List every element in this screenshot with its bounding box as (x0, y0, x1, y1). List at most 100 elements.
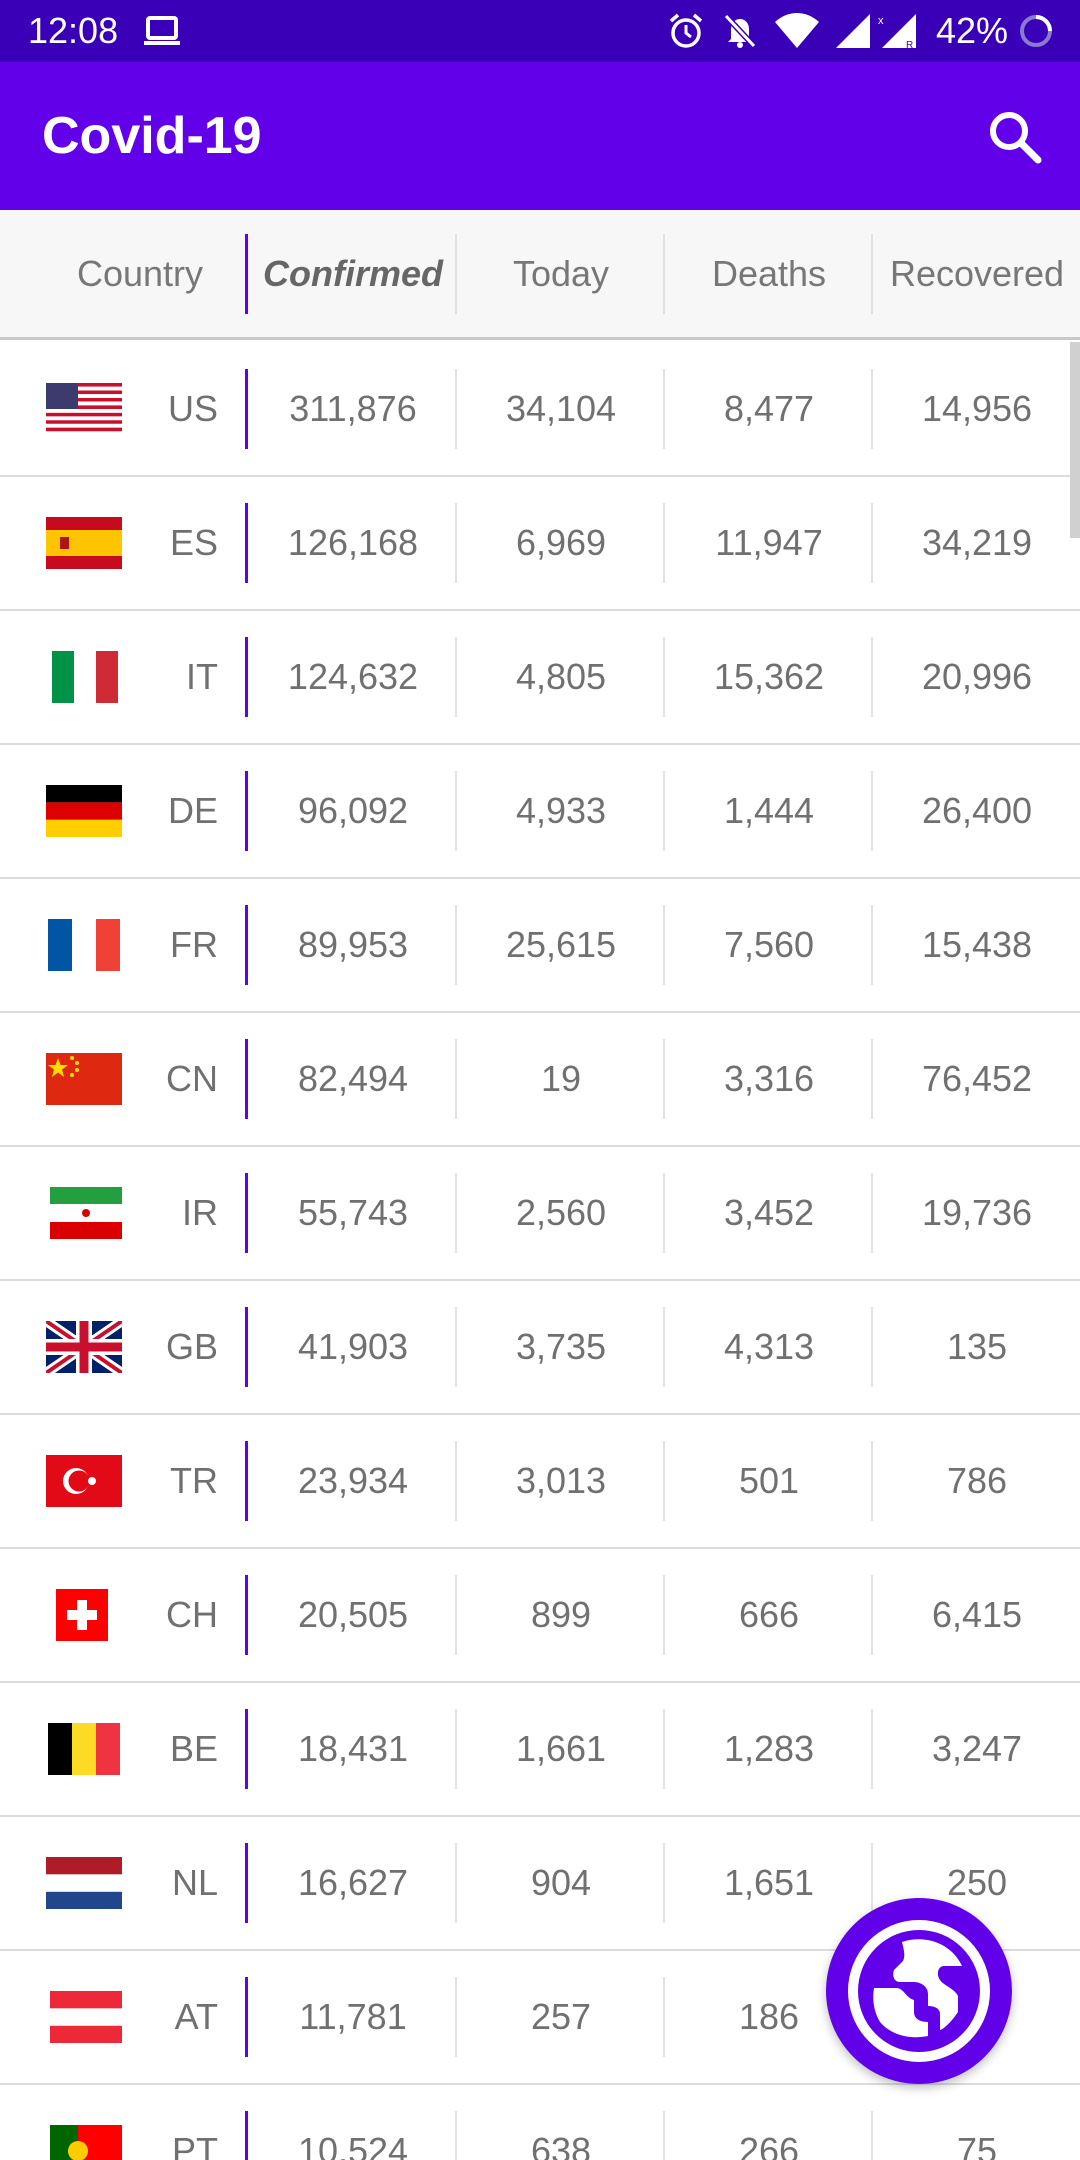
recovered-value: 75 (956, 2130, 998, 2160)
signal-icon (836, 14, 870, 48)
alarm-icon (669, 13, 703, 48)
deaths-value: 15,362 (713, 656, 825, 697)
country-code: TR (170, 1460, 218, 1501)
country-row[interactable]: ES 126,168 6,969 11,947 34,219 (0, 477, 1080, 611)
column-divider (245, 637, 248, 717)
country-row[interactable]: CN 82,494 19 3,316 76,452 (0, 1013, 1080, 1147)
today-value: 638 (530, 2130, 592, 2160)
scrollbar[interactable] (1070, 342, 1080, 538)
country-row[interactable]: BE 18,431 1,661 1,283 3,247 (0, 1683, 1080, 1817)
world-stats-fab[interactable] (826, 1898, 1012, 2084)
today-value: 257 (530, 1996, 592, 2037)
column-divider (245, 1307, 248, 1387)
battery-saver-icon (1020, 15, 1052, 47)
column-divider (245, 2111, 248, 2160)
recovered-value: 6,415 (931, 1594, 1023, 1635)
country-code: CH (166, 1594, 218, 1635)
deaths-value: 1,651 (723, 1862, 815, 1903)
country-row[interactable]: US 311,876 34,104 8,477 14,956 (0, 343, 1080, 477)
globe-icon (848, 1920, 990, 2062)
flag-nl-icon (46, 1857, 122, 1909)
today-value: 904 (530, 1862, 592, 1903)
country-row[interactable]: GB 41,903 3,735 4,313 135 (0, 1281, 1080, 1415)
deaths-value: 4,313 (723, 1326, 815, 1367)
svg-text:x: x (878, 15, 884, 27)
confirmed-value: 124,632 (287, 656, 419, 697)
column-divider (245, 1709, 248, 1789)
country-code: US (167, 388, 218, 429)
confirmed-value: 16,627 (297, 1862, 409, 1903)
column-header-recovered[interactable]: Recovered (874, 210, 1080, 337)
recovered-value: 76,452 (921, 1058, 1033, 1099)
column-divider (245, 1575, 248, 1655)
flag-ch-icon (56, 1589, 108, 1641)
country-row[interactable]: IT 124,632 4,805 15,362 20,996 (0, 611, 1080, 745)
flag-be-icon (48, 1723, 120, 1775)
confirmed-value: 41,903 (297, 1326, 409, 1367)
column-divider (245, 234, 248, 314)
column-header-today[interactable]: Today (458, 210, 664, 337)
country-row[interactable]: PT 10,524 638 266 75 (0, 2085, 1080, 2160)
confirmed-value: 10,524 (297, 2130, 409, 2160)
recovered-value: 135 (946, 1326, 1008, 1367)
confirmed-value: 126,168 (287, 522, 419, 563)
deaths-value: 8,477 (723, 388, 815, 429)
deaths-value: 1,283 (723, 1728, 815, 1769)
battery-percentage: 42% (935, 10, 1008, 51)
today-value: 3,013 (515, 1460, 607, 1501)
country-row[interactable]: IR 55,743 2,560 3,452 19,736 (0, 1147, 1080, 1281)
column-header-deaths[interactable]: Deaths (666, 210, 872, 337)
deaths-value: 266 (738, 2130, 800, 2160)
column-header-confirmed[interactable]: Confirmed (250, 210, 456, 337)
confirmed-value: 55,743 (297, 1192, 409, 1233)
recovered-value: 3,247 (931, 1728, 1023, 1769)
today-value: 4,805 (515, 656, 607, 697)
country-row[interactable]: FR 89,953 25,615 7,560 15,438 (0, 879, 1080, 1013)
search-icon (990, 112, 1042, 164)
country-row[interactable]: CH 20,505 899 666 6,415 (0, 1549, 1080, 1683)
today-value: 25,615 (505, 924, 617, 965)
today-value: 4,933 (515, 790, 607, 831)
confirmed-value: 82,494 (297, 1058, 409, 1099)
deaths-value: 501 (738, 1460, 800, 1501)
column-header-country[interactable]: Country (40, 210, 240, 337)
column-divider (245, 369, 248, 449)
flag-pt-icon (50, 2125, 122, 2160)
country-code: ES (169, 522, 218, 563)
column-divider (245, 1441, 248, 1521)
recovered-value: 19,736 (921, 1192, 1033, 1233)
flag-it-icon (52, 651, 118, 703)
column-divider (871, 234, 873, 314)
today-value: 899 (530, 1594, 592, 1635)
country-code: IR (182, 1192, 218, 1233)
app-title: Covid-19 (42, 107, 262, 165)
notifications-off-icon (723, 13, 757, 49)
country-code: NL (171, 1862, 218, 1903)
today-value: 34,104 (505, 388, 617, 429)
column-divider (663, 234, 665, 314)
app-bar: Covid-19 (0, 62, 1080, 210)
confirmed-value: 11,781 (299, 1996, 407, 2037)
country-code: BE (169, 1728, 218, 1769)
recovered-value: 15,438 (921, 924, 1033, 965)
confirmed-value: 23,934 (297, 1460, 409, 1501)
flag-tr-icon (46, 1455, 122, 1507)
confirmed-value: 89,953 (297, 924, 409, 965)
country-row[interactable]: DE 96,092 4,933 1,444 26,400 (0, 745, 1080, 879)
country-code: PT (171, 2130, 218, 2160)
country-code: AT (174, 1996, 218, 2037)
recovered-value: 20,996 (921, 656, 1033, 697)
deaths-value: 1,444 (723, 790, 815, 831)
country-code: FR (170, 924, 218, 965)
status-bar: 12:08 x R 42% (0, 0, 1080, 62)
search-button[interactable] (980, 102, 1050, 172)
deaths-value: 11,947 (715, 522, 823, 563)
flag-de-icon (46, 785, 122, 837)
country-row[interactable]: TR 23,934 3,013 501 786 (0, 1415, 1080, 1549)
flag-at-icon (50, 1991, 122, 2043)
flag-cn-icon (46, 1053, 122, 1105)
deaths-value: 3,316 (723, 1058, 815, 1099)
recovered-value: 14,956 (921, 388, 1033, 429)
flag-ir-icon (50, 1187, 122, 1239)
column-divider (245, 1173, 248, 1253)
